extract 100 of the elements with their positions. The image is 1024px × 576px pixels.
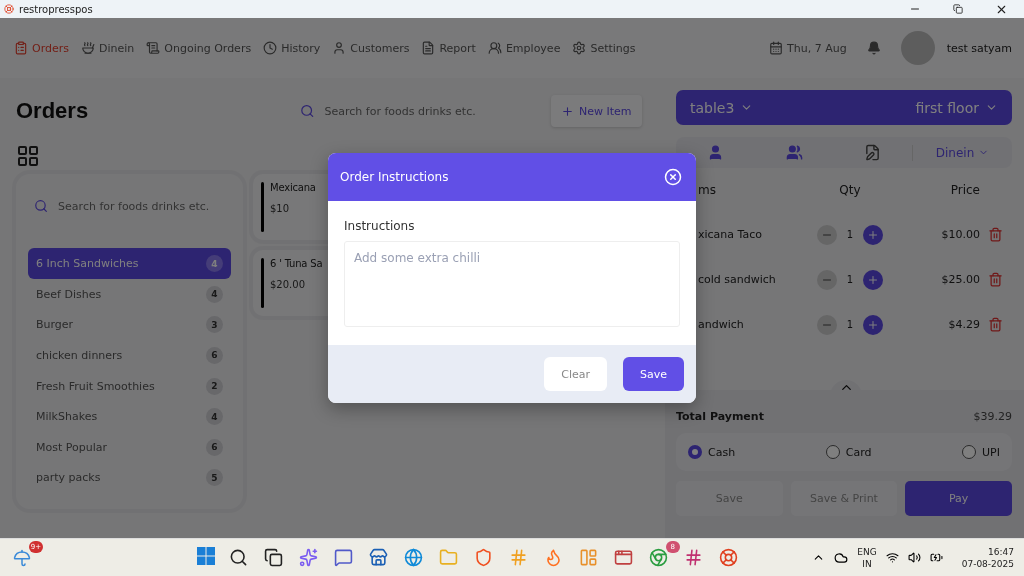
- minus-button[interactable]: [816, 314, 837, 335]
- nav-item[interactable]: Orders: [32, 41, 69, 55]
- clear-button[interactable]: Clear: [544, 357, 607, 391]
- settings-icon[interactable]: [572, 41, 587, 55]
- category-name: Fresh Fruit Smoothies: [36, 379, 155, 393]
- product-price: $10: [270, 203, 291, 214]
- trash-icon[interactable]: [987, 272, 1003, 287]
- group-icon[interactable]: [785, 144, 803, 161]
- search-icon[interactable]: [229, 548, 249, 567]
- plus-icon: [867, 318, 880, 331]
- instructions-field[interactable]: Add some extra chilli: [344, 241, 680, 327]
- window-title: restropresspos: [19, 3, 94, 15]
- plus-button[interactable]: [863, 269, 884, 290]
- count-badge: 6: [206, 438, 223, 456]
- window-icon[interactable]: [614, 548, 634, 567]
- battery-icon[interactable]: [929, 551, 943, 564]
- cloud-icon[interactable]: [834, 550, 849, 565]
- trash-icon[interactable]: [987, 317, 1003, 332]
- nav-item[interactable]: Employee: [505, 41, 561, 55]
- note-edit-icon[interactable]: [864, 144, 882, 161]
- new-item-button[interactable]: New Item: [551, 95, 642, 127]
- total-value: $39.29: [973, 410, 1012, 423]
- plus-button[interactable]: [863, 314, 884, 335]
- count-badge: 2: [206, 377, 223, 395]
- count-badge: 3: [206, 316, 223, 334]
- nav-item[interactable]: Settings: [590, 41, 636, 55]
- order-type-select[interactable]: Dinein: [912, 144, 1012, 161]
- category-item[interactable]: Beef Dishes 4: [28, 279, 231, 310]
- item-price: $25.00: [940, 272, 980, 288]
- category-name: 6 Inch Sandwiches: [36, 257, 139, 271]
- payment-radio[interactable]: Card: [825, 445, 872, 459]
- category-name: Most Popular: [36, 440, 107, 454]
- product-price: $20.00: [270, 279, 306, 290]
- sparkle-icon[interactable]: [299, 548, 319, 567]
- language-indicator[interactable]: ENG IN: [857, 545, 877, 570]
- count-badge: 4: [206, 285, 223, 303]
- item-name: cold sandwich: [698, 272, 777, 288]
- clock[interactable]: 16:47 07-08-2025: [961, 545, 1014, 570]
- panels-icon[interactable]: [579, 548, 599, 567]
- scroll-icon[interactable]: [146, 41, 161, 55]
- grid-icon[interactable]: [16, 144, 40, 168]
- total-label: Total Payment: [676, 410, 764, 423]
- pay-button[interactable]: Pay: [905, 481, 1012, 516]
- count-badge: 6: [206, 346, 223, 364]
- payment-radio[interactable]: Cash: [688, 445, 736, 459]
- chat-icon[interactable]: [334, 548, 354, 567]
- category-name: MilkShakes: [36, 410, 98, 424]
- users-icon[interactable]: [487, 41, 502, 55]
- save-button[interactable]: Save: [623, 357, 684, 391]
- category-search-field[interactable]: Search for foods drinks etc.: [56, 198, 225, 214]
- globe-icon[interactable]: [404, 548, 424, 567]
- page-title: Orders: [16, 98, 90, 124]
- shield-icon[interactable]: [474, 548, 494, 567]
- browser-icon[interactable]: [649, 548, 669, 567]
- item-name: andwich: [698, 317, 745, 333]
- windows-icon[interactable]: [195, 545, 216, 566]
- volume-icon[interactable]: [907, 551, 921, 564]
- minus-button[interactable]: [816, 269, 837, 290]
- nav-item[interactable]: Customers: [350, 41, 410, 55]
- category-item[interactable]: MilkShakes 4: [28, 401, 231, 432]
- count-badge: 4: [206, 255, 223, 273]
- wifi-icon[interactable]: [885, 551, 899, 564]
- nav-item[interactable]: Dinein: [99, 41, 135, 55]
- category-item[interactable]: party packs 5: [28, 462, 231, 493]
- plus-button[interactable]: [863, 224, 884, 245]
- product-name: Mexicana: [270, 182, 316, 193]
- quantity: 1: [846, 229, 854, 240]
- lifebuoy-icon[interactable]: [719, 548, 739, 567]
- floor-select[interactable]: first floor: [915, 99, 998, 116]
- user-icon[interactable]: [332, 41, 347, 55]
- clipboard-icon[interactable]: [14, 41, 28, 55]
- plus-icon: [561, 104, 574, 118]
- document-icon[interactable]: [421, 41, 436, 55]
- table-select[interactable]: table3: [690, 99, 754, 116]
- category-item[interactable]: chicken dinners 6: [28, 340, 231, 371]
- payment-radio[interactable]: UPI: [962, 445, 1000, 459]
- task-view-icon[interactable]: [264, 548, 284, 567]
- date-text: Thu, 7 Aug: [787, 41, 847, 55]
- item-price: $10.00: [940, 227, 980, 243]
- minus-button[interactable]: [816, 224, 837, 245]
- search-field[interactable]: Search for foods drinks etc.: [322, 103, 547, 119]
- clock-icon[interactable]: [263, 41, 278, 55]
- category-item[interactable]: 6 Inch Sandwiches 4: [28, 248, 231, 280]
- category-item[interactable]: Most Popular 6: [28, 431, 231, 463]
- bowl-icon[interactable]: [81, 41, 95, 55]
- quantity: 1: [846, 274, 854, 285]
- trash-icon[interactable]: [987, 227, 1003, 242]
- category-name: chicken dinners: [36, 348, 123, 362]
- item-name: xicana Taco: [698, 227, 763, 243]
- category-item[interactable]: Burger 3: [28, 309, 231, 341]
- nav-item[interactable]: Report: [439, 41, 476, 55]
- category-item[interactable]: Fresh Fruit Smoothies 2: [28, 370, 231, 402]
- store-icon[interactable]: [369, 548, 389, 567]
- bell-icon[interactable]: [866, 41, 881, 55]
- nav-item[interactable]: Ongoing Orders: [164, 41, 252, 55]
- umbrella-icon[interactable]: [13, 548, 31, 567]
- count-badge: 5: [206, 469, 223, 487]
- nav-item[interactable]: History: [281, 41, 321, 55]
- plus-icon: [867, 228, 880, 241]
- restore-icon[interactable]: [953, 4, 963, 14]
